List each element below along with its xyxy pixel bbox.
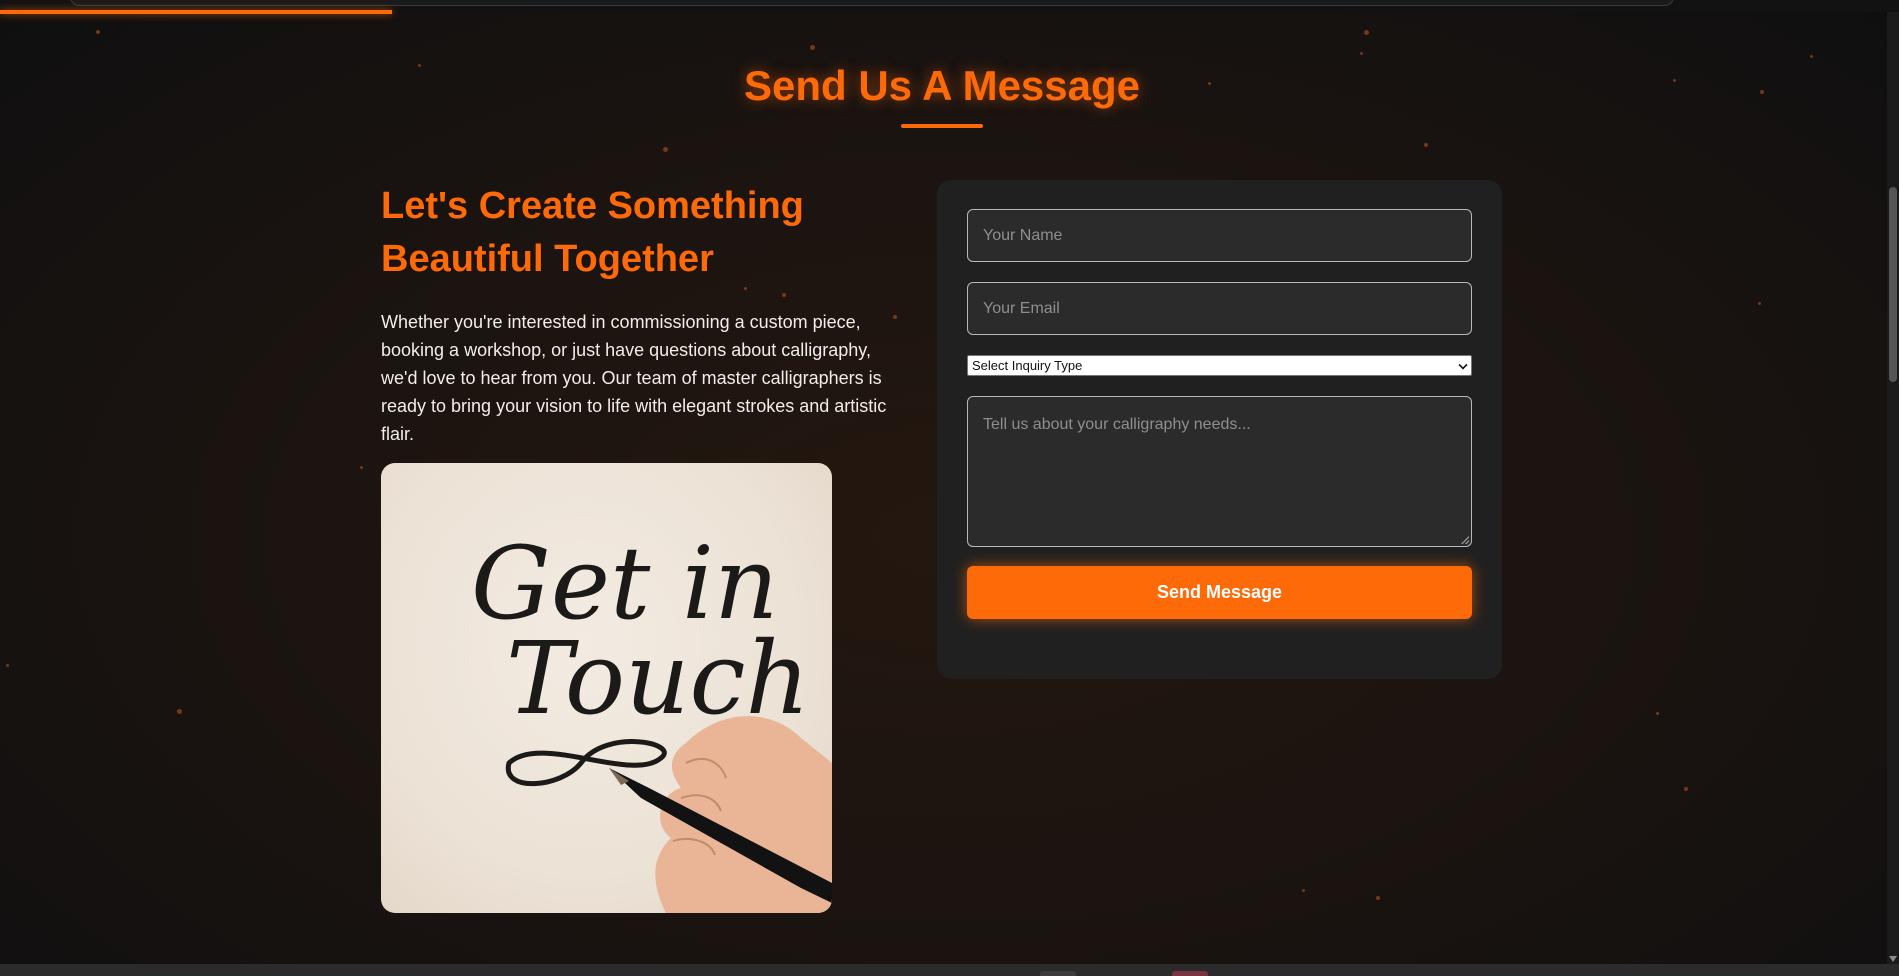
message-textarea[interactable]: Tell us about your calligraphy needs... — [967, 396, 1472, 547]
chevron-down-icon — [1458, 360, 1468, 370]
particle — [1364, 30, 1369, 35]
particle — [1360, 52, 1363, 55]
taskbar-item[interactable] — [1040, 971, 1076, 976]
scrollbar-thumb[interactable] — [1889, 187, 1897, 382]
name-input[interactable]: Your Name — [967, 209, 1472, 262]
particle — [1656, 712, 1659, 715]
page-scrollbar[interactable] — [1887, 12, 1899, 964]
message-placeholder: Tell us about your calligraphy needs... — [983, 416, 1251, 433]
taskbar-item[interactable] — [1172, 971, 1208, 976]
taskbar-strip — [0, 964, 1899, 976]
particle — [1684, 787, 1688, 791]
particle — [663, 147, 668, 152]
flourish — [505, 739, 667, 787]
title-underline — [901, 124, 983, 128]
scroll-down-arrow-icon[interactable] — [1889, 956, 1897, 962]
intro-body: Whether you're interested in commissioni… — [381, 312, 887, 444]
get-in-touch-image: Get in Touch — [381, 463, 832, 913]
resize-handle-icon[interactable] — [1461, 536, 1469, 544]
particle — [1376, 896, 1380, 900]
particle — [810, 45, 815, 50]
particle — [6, 664, 9, 667]
particle — [1424, 143, 1428, 147]
intro-heading: Let's Create Something Beautiful Togethe… — [381, 180, 891, 286]
calligraphy-illustration: Get in Touch — [471, 525, 832, 913]
particle — [96, 30, 100, 34]
address-bar[interactable] — [70, 0, 1674, 6]
intro-column: Let's Create Something Beautiful Togethe… — [381, 180, 891, 448]
scroll-progress-bar — [0, 10, 392, 14]
inquiry-type-select[interactable]: Select Inquiry Type — [967, 355, 1472, 376]
particle — [360, 466, 363, 469]
email-input[interactable]: Your Email — [967, 282, 1472, 335]
particle — [893, 315, 897, 319]
section-title: Send Us A Message — [743, 62, 1141, 109]
send-message-button[interactable]: Send Message — [967, 566, 1472, 619]
intro-heading-line1: Let's Create Something — [381, 185, 804, 227]
intro-heading-line2: Beautiful Together — [381, 238, 714, 280]
particle — [1810, 55, 1813, 58]
inquiry-type-value: Select Inquiry Type — [972, 358, 1083, 373]
particle — [177, 709, 182, 714]
contact-form: Your Name Your Email Select Inquiry Type… — [937, 180, 1502, 679]
particle — [1302, 889, 1305, 892]
particle — [1758, 302, 1761, 305]
